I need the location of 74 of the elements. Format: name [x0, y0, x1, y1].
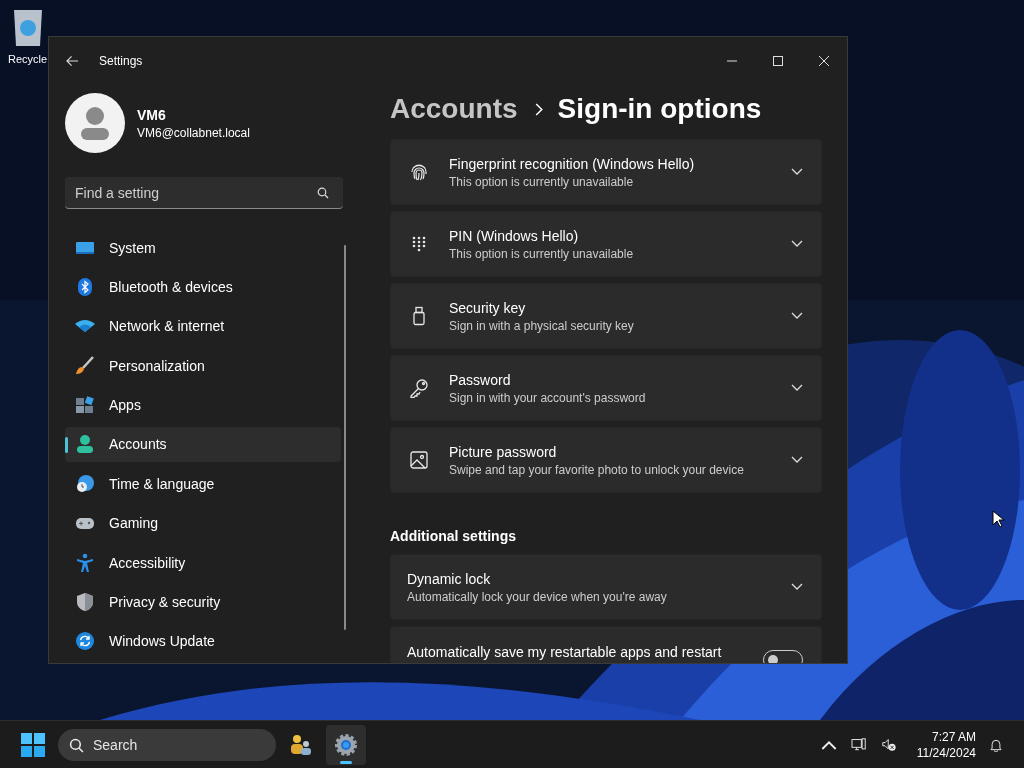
nav-item[interactable]: Apps [65, 387, 341, 423]
breadcrumb-link[interactable]: Accounts [390, 93, 518, 125]
section-heading: Additional settings [390, 528, 517, 544]
maximize-icon[interactable] [773, 56, 783, 66]
bluetooth-icon [75, 277, 95, 298]
settings-card[interactable]: PIN (Windows Hello) This option is currently unavailable [390, 211, 822, 277]
find-setting-field[interactable]: Find a setting [65, 177, 343, 209]
option-title: PIN (Windows Hello) [449, 227, 580, 244]
globe-clock-icon [75, 473, 95, 494]
back-arrow-icon[interactable] [66, 55, 79, 67]
notification-bell-icon[interactable] [988, 737, 1004, 752]
user-name: VM6 [137, 106, 167, 123]
nav-item[interactable]: Network & internet [65, 308, 341, 345]
accessibility-icon [75, 552, 95, 573]
option-description: This option is currently unavailable [449, 174, 635, 189]
chevron-right-icon [534, 102, 543, 116]
paintbrush-icon [75, 355, 95, 376]
option-title: Fingerprint recognition (Windows Hello) [449, 155, 696, 172]
option-title: Security key [449, 299, 527, 316]
people-icon [289, 732, 313, 757]
search-icon [69, 737, 84, 753]
chevron-down-icon[interactable] [791, 384, 803, 392]
close-icon[interactable] [819, 56, 829, 66]
option-description: Sign in with a physical security key [449, 318, 635, 333]
person-icon [75, 434, 95, 455]
option-title: Password [449, 371, 512, 388]
search-icon [317, 187, 329, 199]
chevron-down-icon[interactable] [791, 312, 803, 320]
page-title: Sign-in options [557, 93, 762, 125]
desktop-icon-label: Recycle [8, 53, 48, 65]
nav-item[interactable]: Personalization [65, 348, 341, 384]
chevron-down-icon[interactable] [791, 240, 803, 248]
option-description: This option is currently unavailable [449, 246, 635, 261]
nav-item[interactable]: System [65, 230, 341, 266]
nav-item[interactable]: Privacy & security [65, 584, 341, 620]
key-icon [409, 378, 429, 398]
user-email: VM6@collabnet.local [137, 125, 250, 140]
windows-start-icon[interactable] [21, 732, 45, 757]
clock-date[interactable]: 11/24/2024 [916, 745, 976, 760]
settings-card[interactable]: Dynamic lock Automatically lock your device when you're away [390, 554, 822, 620]
settings-card[interactable]: Security key Sign in with a physical security key [390, 283, 822, 349]
mouse-cursor-icon [992, 510, 1004, 528]
nav-item[interactable]: Accessibility [65, 544, 341, 581]
network-icon[interactable] [850, 737, 867, 752]
clock-time[interactable]: 7:27 AM [931, 729, 976, 744]
chevron-down-icon[interactable] [791, 583, 803, 591]
chevron-down-icon[interactable] [791, 456, 803, 464]
option-title: Automatically save my restartable apps and restart [407, 644, 723, 660]
refresh-icon [75, 631, 95, 652]
shield-icon [75, 591, 95, 612]
option-description: Sign in with your account's password [449, 390, 647, 405]
window-title: Settings [99, 54, 143, 68]
settings-card[interactable]: Password Sign in with your account's password [390, 355, 822, 421]
option-description: Automatically lock your device when you're away [407, 589, 668, 604]
avatar-icon [65, 93, 125, 153]
chevron-down-icon[interactable] [791, 168, 803, 176]
gear-icon [334, 732, 358, 757]
option-description: Swipe and tap your favorite photo to unlock your device [449, 462, 745, 477]
nav-item[interactable]: Accounts [65, 426, 341, 463]
speaker-muted-icon[interactable] [880, 737, 897, 752]
taskbar-search-box[interactable]: Search [58, 728, 276, 761]
settings-card[interactable]: Picture password Swipe and tap your favorite photo to unlock your device [390, 427, 822, 493]
apps-icon [75, 395, 95, 416]
nav-item[interactable]: Gaming [65, 505, 341, 541]
taskbar-app[interactable] [326, 724, 366, 765]
nav-item[interactable]: Windows Update [65, 623, 341, 659]
fingerprint-icon [409, 162, 429, 182]
option-title: Picture password [449, 443, 558, 460]
scrollbar[interactable] [344, 245, 346, 630]
nav-item[interactable]: Time & language [65, 466, 341, 502]
nav-item[interactable]: Bluetooth & devices [65, 269, 341, 305]
image-icon [409, 450, 429, 470]
settings-card[interactable]: Fingerprint recognition (Windows Hello) This option is currently unavailable [390, 139, 822, 205]
option-title: Dynamic lock [407, 570, 492, 587]
